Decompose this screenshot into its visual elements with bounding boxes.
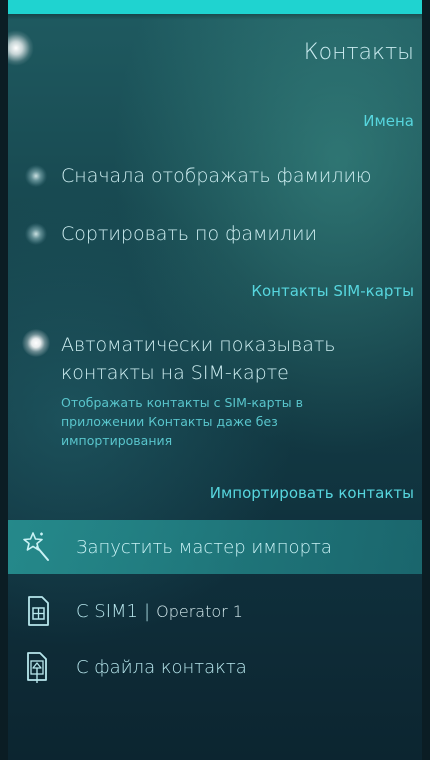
switch-show-lastname-first[interactable]: Сначала отображать фамилию bbox=[8, 160, 422, 210]
page-title: Контакты bbox=[303, 40, 414, 65]
menu-label: С файла контакта bbox=[76, 656, 247, 678]
import-from-sim-button[interactable]: C SIM1 | Operator 1 bbox=[8, 584, 422, 638]
switch-label-line2: контакты на SIM-карте bbox=[61, 362, 289, 384]
section-header-names: Имена bbox=[363, 112, 414, 130]
settings-screen: Контакты Имена Сначала отображать фамили… bbox=[8, 0, 422, 760]
pulley-menu-indicator bbox=[8, 30, 34, 66]
section-header-sim: Контакты SIM-карты bbox=[251, 282, 414, 300]
menu-label: C SIM1 | Operator 1 bbox=[76, 601, 243, 622]
section-header-import: Импортировать контакты bbox=[209, 484, 414, 502]
switch-label: Сначала отображать фамилию bbox=[61, 165, 372, 187]
switch-glow-icon bbox=[22, 329, 50, 357]
menu-label: Запустить мастер импорта bbox=[76, 536, 332, 558]
contact-file-icon bbox=[27, 652, 47, 683]
start-import-wizard-button[interactable]: Запустить мастер импорта bbox=[8, 520, 422, 574]
description-line: импортирования bbox=[61, 433, 173, 448]
switch-description: Отображать контакты с SIM-карты в прилож… bbox=[61, 393, 361, 450]
description-line: приложении Контакты даже без bbox=[61, 414, 278, 429]
switch-sort-by-lastname[interactable]: Сортировать по фамилии bbox=[8, 218, 422, 268]
magic-wand-icon bbox=[23, 532, 49, 561]
status-bar-shadow bbox=[8, 14, 422, 20]
operator-name: Operator 1 bbox=[156, 601, 243, 621]
sim-label: C SIM1 bbox=[76, 600, 139, 622]
label-separator: | bbox=[144, 600, 151, 622]
sim-card-icon bbox=[28, 596, 49, 626]
description-line: Отображать контакты с SIM-карты в bbox=[61, 395, 303, 410]
switch-glow-icon bbox=[25, 165, 47, 187]
import-from-file-button[interactable]: С файла контакта bbox=[8, 640, 422, 694]
switch-glow-icon bbox=[25, 223, 47, 245]
status-accent-bar bbox=[8, 0, 422, 14]
switch-label-line1: Автоматически показывать bbox=[61, 334, 336, 356]
switch-label: Сортировать по фамилии bbox=[61, 223, 318, 245]
